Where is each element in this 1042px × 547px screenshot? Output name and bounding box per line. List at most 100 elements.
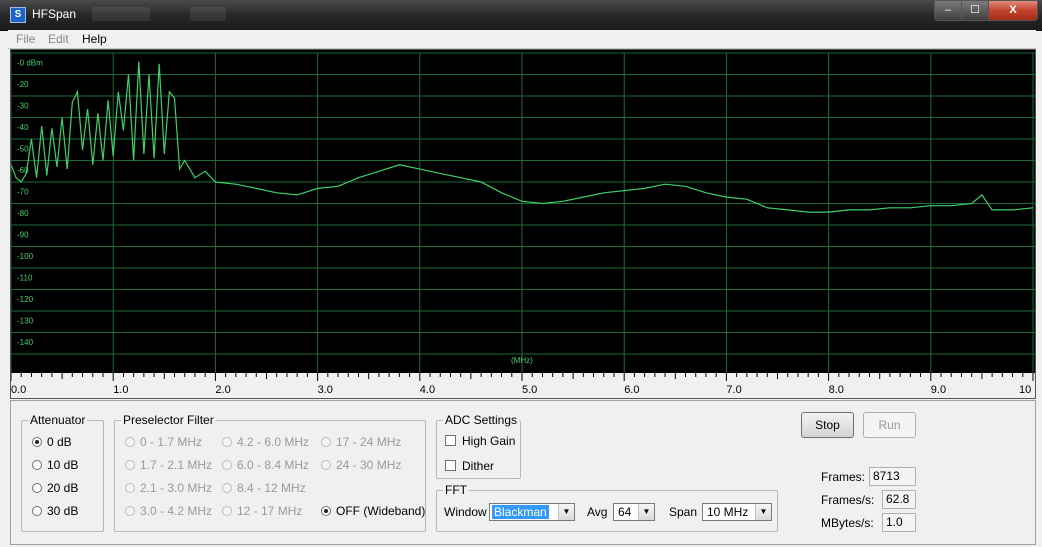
preselector-filter-group: Preselector Filter 0 - 1.7 MHz 1.7 - 2.1… xyxy=(114,413,426,532)
y-tick-label: -70 xyxy=(17,188,29,197)
run-button[interactable]: Run xyxy=(863,412,916,438)
attenuator-label: Attenuator xyxy=(28,413,88,427)
menu-bar: File Edit Help xyxy=(8,30,1036,49)
y-tick-label: -140 xyxy=(17,338,34,347)
avg-label: Avg xyxy=(587,505,608,519)
preselector-8.4-12-radio[interactable]: 8.4 - 12 MHz xyxy=(222,480,306,496)
preselector-4.2-6.0-radio[interactable]: 4.2 - 6.0 MHz xyxy=(222,434,309,450)
radio-icon xyxy=(222,460,232,470)
megabytes-per-second-label: MBytes/s: xyxy=(821,516,874,530)
window-title: HFSpan xyxy=(32,7,77,21)
y-tick-label: -110 xyxy=(17,274,33,283)
radio-selected-icon xyxy=(321,506,331,516)
frequency-tick-label: 3.0 xyxy=(318,384,333,396)
span-select[interactable]: 10 MHz ▼ xyxy=(702,503,772,521)
radio-icon xyxy=(321,437,331,447)
menu-file[interactable]: File xyxy=(16,32,35,46)
chevron-down-icon[interactable]: ▼ xyxy=(558,504,574,520)
attenuator-group: Attenuator 0 dB 10 dB 20 dB 30 dB xyxy=(21,413,104,532)
y-tick-label: -80 xyxy=(17,209,29,218)
spectrum-display[interactable]: -0 dBm -20 -30 -40 -50 -60 -70 -80 -90 -100 -110 -1… xyxy=(10,49,1036,399)
minimize-button[interactable]: – xyxy=(934,0,962,21)
radio-icon xyxy=(125,460,135,470)
y-tick-label: -130 xyxy=(17,317,34,326)
title-bar[interactable]: S HFSpan – ☐ X xyxy=(0,0,1042,31)
preselector-24-30-radio[interactable]: 24 - 30 MHz xyxy=(321,457,401,473)
attenuator-30db-radio[interactable]: 30 dB xyxy=(32,503,78,519)
y-tick-label: -90 xyxy=(17,231,29,240)
y-tick-label: -40 xyxy=(17,123,29,132)
fft-label: FFT xyxy=(443,483,469,497)
radio-selected-icon xyxy=(32,437,42,447)
frequency-tick-label: 4.0 xyxy=(420,384,435,396)
y-tick-label: -30 xyxy=(17,102,29,111)
attenuator-20db-radio[interactable]: 20 dB xyxy=(32,480,78,496)
radio-icon xyxy=(222,437,232,447)
titlebar-background-glow xyxy=(190,7,226,21)
frames-per-second-label: Frames/s: xyxy=(821,493,875,507)
radio-icon xyxy=(32,506,42,516)
window-label: Window xyxy=(444,505,487,519)
frequency-tick-label: 6.0 xyxy=(624,384,639,396)
preselector-0-1.7-radio[interactable]: 0 - 1.7 MHz xyxy=(125,434,202,450)
preselector-2.1-3.0-radio[interactable]: 2.1 - 3.0 MHz xyxy=(125,480,212,496)
frequency-tick-label: 10 xyxy=(1019,384,1031,396)
radio-icon xyxy=(125,483,135,493)
preselector-17-24-radio[interactable]: 17 - 24 MHz xyxy=(321,434,401,450)
titlebar-background-glow xyxy=(92,7,150,21)
maximize-button[interactable]: ☐ xyxy=(961,0,989,21)
app-icon: S xyxy=(10,7,26,23)
chevron-down-icon[interactable]: ▼ xyxy=(755,504,771,520)
frequency-tick-label: 5.0 xyxy=(522,384,537,396)
dither-checkbox[interactable]: Dither xyxy=(445,458,494,474)
high-gain-checkbox[interactable]: High Gain xyxy=(445,433,515,449)
window-select[interactable]: Blackman ▼ xyxy=(489,503,575,521)
adc-settings-group: ADC Settings High Gain Dither xyxy=(436,413,521,479)
radio-icon xyxy=(32,483,42,493)
menu-help[interactable]: Help xyxy=(82,32,107,46)
y-tick-label: -120 xyxy=(17,295,34,304)
span-label: Span xyxy=(669,505,698,519)
fft-group: FFT Window Blackman ▼ Avg 64 ▼ Span 10 M… xyxy=(436,483,778,532)
attenuator-10db-radio[interactable]: 10 dB xyxy=(32,457,78,473)
preselector-off-wideband-radio[interactable]: OFF (Wideband) xyxy=(321,503,425,519)
app-window: S HFSpan – ☐ X File Edit Help -0 dBm -20 -… xyxy=(0,0,1042,547)
radio-icon xyxy=(125,506,135,516)
preselector-3.0-4.2-radio[interactable]: 3.0 - 4.2 MHz xyxy=(125,503,212,519)
menu-edit[interactable]: Edit xyxy=(48,32,69,46)
radio-icon xyxy=(125,437,135,447)
chevron-down-icon[interactable]: ▼ xyxy=(638,504,654,520)
checkbox-icon xyxy=(445,435,456,446)
preselector-filter-label: Preselector Filter xyxy=(121,413,216,427)
frequency-tick-label: 7.0 xyxy=(726,384,741,396)
frames-value: 8713 xyxy=(869,467,916,486)
y-tick-label: -100 xyxy=(17,252,34,261)
frames-label: Frames: xyxy=(821,470,866,484)
frequency-tick-label: 8.0 xyxy=(829,384,844,396)
stop-button[interactable]: Stop xyxy=(801,412,854,438)
control-panel: Attenuator 0 dB 10 dB 20 dB 30 dB Presel… xyxy=(10,400,1036,545)
preselector-12-17-radio[interactable]: 12 - 17 MHz xyxy=(222,503,302,519)
y-tick-label: -50 xyxy=(17,145,29,154)
frames-per-second-value: 62.8 xyxy=(882,490,916,509)
radio-icon xyxy=(321,460,331,470)
close-button[interactable]: X xyxy=(988,0,1038,21)
frequency-tick-label: 2.0 xyxy=(215,384,230,396)
x-unit-label: (MHz) xyxy=(511,356,533,365)
preselector-6.0-8.4-radio[interactable]: 6.0 - 8.4 MHz xyxy=(222,457,309,473)
megabytes-per-second-value: 1.0 xyxy=(882,513,916,532)
frequency-tick-label: 1.0 xyxy=(113,384,128,396)
y-tick-label: -0 dBm xyxy=(17,59,43,68)
radio-icon xyxy=(222,483,232,493)
attenuator-0db-radio[interactable]: 0 dB xyxy=(32,434,72,450)
spectrum-plot: -0 dBm-20-30-40-50-60-70-80-90-100-110-1… xyxy=(11,52,1035,398)
frequency-tick-label: 0.0 xyxy=(11,384,26,396)
radio-icon xyxy=(32,460,42,470)
radio-icon xyxy=(222,506,232,516)
avg-select[interactable]: 64 ▼ xyxy=(613,503,655,521)
checkbox-icon xyxy=(445,460,456,471)
y-tick-label: -20 xyxy=(17,80,29,89)
frequency-tick-label: 9.0 xyxy=(931,384,946,396)
preselector-1.7-2.1-radio[interactable]: 1.7 - 2.1 MHz xyxy=(125,457,212,473)
adc-settings-label: ADC Settings xyxy=(443,413,520,427)
